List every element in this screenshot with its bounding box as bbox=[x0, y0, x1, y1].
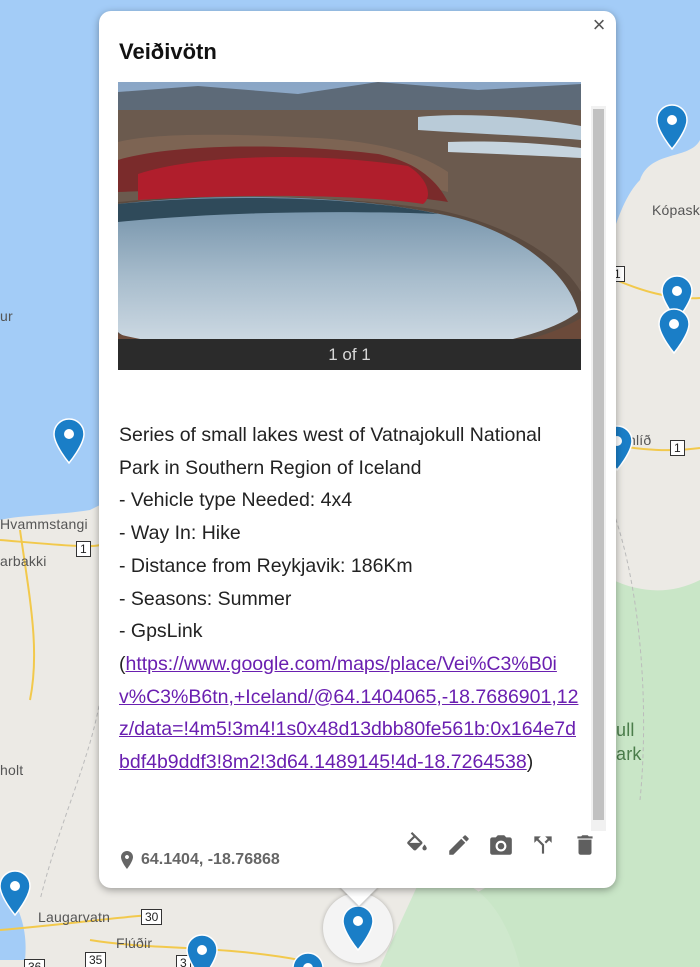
close-button[interactable]: × bbox=[588, 14, 610, 37]
description-line: Park in Southern Region of Iceland bbox=[119, 456, 422, 479]
popup-pointer bbox=[339, 886, 379, 906]
description-line: - Seasons: Summer bbox=[119, 587, 292, 610]
map-label-park-1: ull bbox=[616, 720, 635, 740]
description-line: - Distance from Reykjavik: 186Km bbox=[119, 554, 413, 577]
map-label-hvammstangi: Hvammstangi bbox=[0, 516, 88, 532]
edit-button[interactable] bbox=[445, 831, 472, 858]
description-line: - Vehicle type Needed: 4x4 bbox=[119, 489, 353, 512]
description-line: Series of small lakes west of Vatnajokul… bbox=[119, 424, 542, 446]
map-label-laugarvatn: Laugarvatn bbox=[38, 909, 111, 925]
route-badge-36: 36 bbox=[24, 959, 46, 967]
route-badge-1-left: 1 bbox=[76, 541, 91, 557]
place-info-popup: × Veiðivötn 1 of 1 Series of small lakes… bbox=[99, 11, 616, 888]
map-pin-icon bbox=[53, 418, 85, 464]
map-pin-icon bbox=[0, 870, 31, 916]
selected-map-pin[interactable] bbox=[342, 905, 374, 951]
photo-counter: 1 of 1 bbox=[118, 339, 581, 370]
map-label-fludir: Flúðir bbox=[116, 935, 153, 951]
popup-content: 1 of 1 Series of small lakes west of Vat… bbox=[118, 82, 598, 827]
gps-link-paragraph: (https://www.google.com/maps/place/Vei%C… bbox=[119, 648, 581, 779]
camera-icon bbox=[489, 834, 512, 855]
lake-photo-image bbox=[118, 82, 581, 370]
route-badge-30: 30 bbox=[141, 909, 163, 925]
map-label-ur: ur bbox=[0, 308, 13, 324]
map-label-holt: holt bbox=[0, 762, 24, 778]
add-photo-button[interactable] bbox=[487, 831, 514, 858]
description-line: - Way In: Hike bbox=[119, 522, 241, 545]
map-pin-marker[interactable] bbox=[658, 308, 690, 354]
directions-fork-icon bbox=[533, 835, 552, 854]
pencil-icon bbox=[448, 834, 469, 855]
map-pin-marker[interactable] bbox=[0, 870, 31, 916]
popup-action-bar bbox=[403, 831, 598, 858]
place-description: Series of small lakes west of Vatnajokul… bbox=[119, 419, 581, 779]
map-label-arbakki: arbakki bbox=[0, 553, 47, 569]
route-badge-35: 35 bbox=[85, 952, 107, 967]
style-button[interactable] bbox=[403, 831, 430, 858]
trash-icon bbox=[576, 834, 593, 855]
map-label-kopask: Kópask bbox=[652, 202, 700, 218]
map-pin-icon bbox=[186, 934, 218, 967]
place-photo[interactable]: 1 of 1 bbox=[118, 82, 581, 370]
link-close-paren: ) bbox=[526, 751, 534, 774]
map-pin-marker[interactable] bbox=[186, 934, 218, 967]
map-pin-icon bbox=[656, 104, 688, 150]
map-pin-icon bbox=[658, 308, 690, 354]
route-badge-1-right: 1 bbox=[670, 440, 685, 456]
place-title: Veiðivötn bbox=[119, 39, 217, 64]
paint-bucket-icon bbox=[406, 831, 427, 850]
gps-link[interactable]: https://www.google.com/maps/place/Vei%C3… bbox=[119, 653, 578, 773]
directions-button[interactable] bbox=[529, 831, 556, 858]
map-pin-icon bbox=[342, 905, 374, 951]
map-pin-marker[interactable] bbox=[656, 104, 688, 150]
description-line: - GpsLink bbox=[119, 620, 203, 643]
map-label-park-2: ark bbox=[616, 744, 642, 764]
coordinates-row: 64.1404, -18.76868 bbox=[121, 851, 280, 869]
location-pin-icon bbox=[121, 851, 133, 869]
map-pin-marker[interactable] bbox=[53, 418, 85, 464]
map-pin-icon bbox=[292, 952, 324, 967]
map-pin-marker[interactable] bbox=[292, 952, 324, 967]
delete-button[interactable] bbox=[571, 831, 598, 858]
coordinates-text: 64.1404, -18.76868 bbox=[141, 851, 280, 868]
